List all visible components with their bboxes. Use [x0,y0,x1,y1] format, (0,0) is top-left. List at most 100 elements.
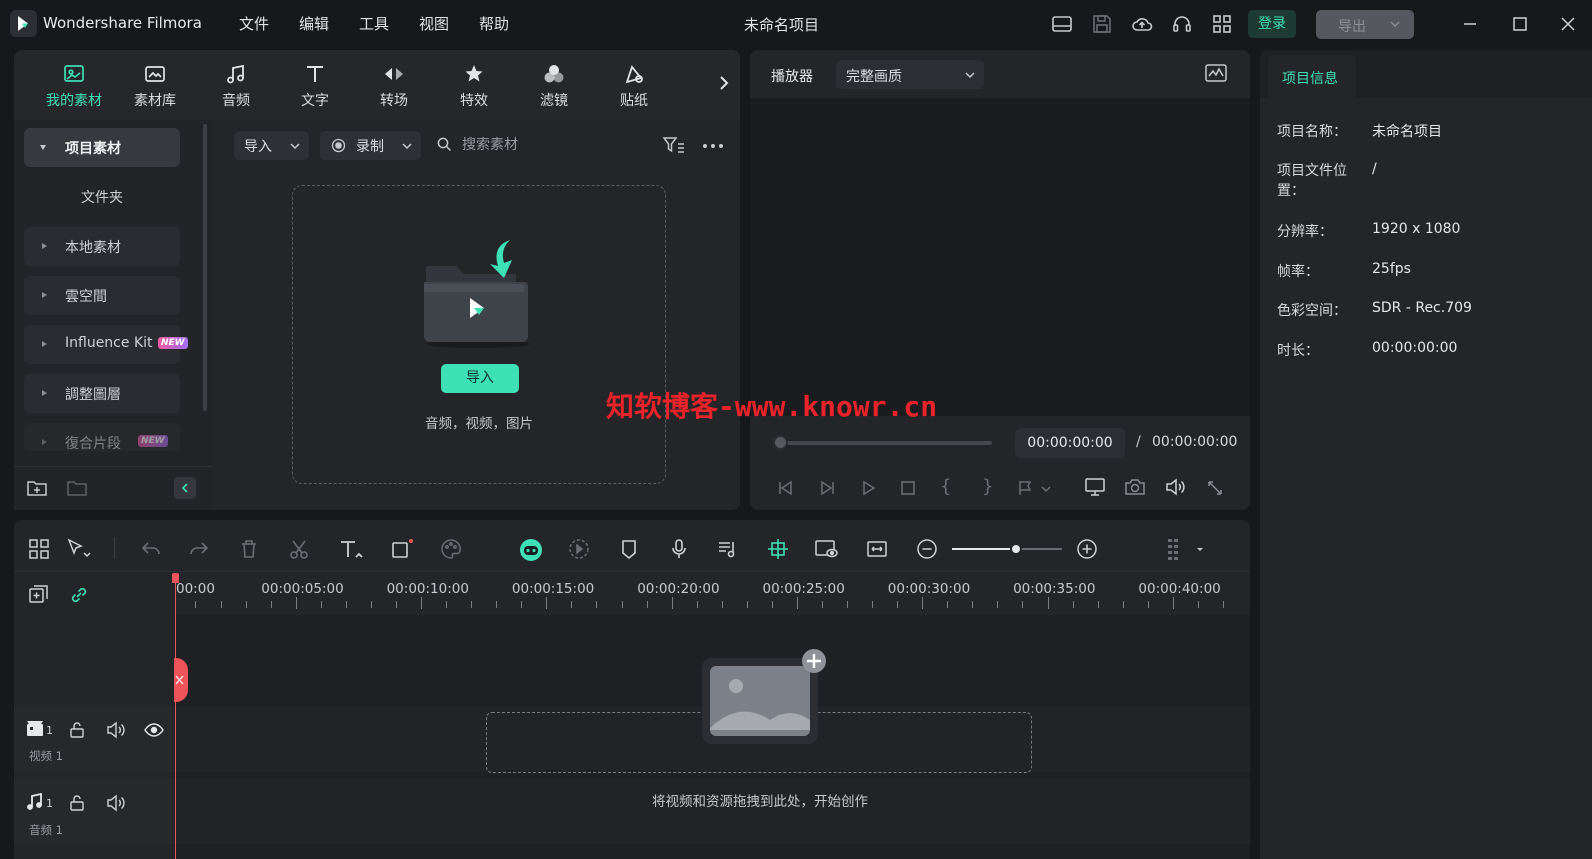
new-folder-icon[interactable] [26,478,48,498]
tab-text[interactable]: 文字 [279,62,351,114]
playhead-handle[interactable] [172,573,179,583]
cloud-upload-icon[interactable] [1130,12,1154,36]
volume-icon[interactable] [1164,477,1186,497]
sidebar-item-adjustment-layer[interactable]: 調整圖層 [24,374,180,413]
waveform-monitor-icon[interactable] [1204,63,1228,83]
prev-frame-icon[interactable] [776,478,796,498]
apps-grid-icon[interactable] [1210,12,1234,36]
sidebar-item-compound-clip[interactable]: 復合片段 NEW [24,423,180,451]
export-button[interactable]: 导出 [1316,10,1414,39]
text-tool-icon[interactable] [338,538,363,560]
ruler-tick [521,601,523,608]
crop-icon[interactable] [390,538,413,560]
tab-project-info[interactable]: 项目信息 [1268,55,1356,98]
tab-stickers[interactable]: 贴纸 [598,62,670,114]
menu-file[interactable]: 文件 [239,13,269,34]
sidebar-item-cloud[interactable]: 雲空間 [24,276,180,315]
menu-view[interactable]: 视图 [419,13,449,34]
video-track-mute-icon[interactable] [106,721,126,739]
quality-label: 完整画质 [846,69,902,85]
close-icon[interactable] [1558,14,1578,34]
maximize-icon[interactable] [1510,14,1530,34]
new-badge: NEW [158,337,188,349]
ruler-tick [821,601,823,608]
collapse-sidebar-button[interactable] [174,477,196,499]
auto-beat-sync-icon[interactable] [766,538,788,560]
playback-progress-slider[interactable] [778,441,992,445]
zoom-in-icon[interactable] [1076,538,1098,560]
quality-dropdown[interactable]: 完整画质 [836,60,984,89]
sidebar-item-folder[interactable]: 文件夹 [24,187,180,211]
display-settings-icon[interactable] [1084,477,1106,497]
next-frame-icon[interactable] [817,478,837,498]
zoom-slider-handle[interactable] [1009,543,1022,555]
split-scissors-icon[interactable] [288,538,310,560]
save-icon[interactable] [1090,12,1114,36]
playhead-scissors-handle[interactable] [174,658,188,702]
undo-icon[interactable] [140,538,162,560]
menu-help[interactable]: 帮助 [479,13,509,34]
login-button[interactable]: 登录 [1248,10,1296,38]
search-input[interactable] [462,132,632,158]
track-settings-icon[interactable] [1166,538,1203,560]
import-dropdown[interactable]: 导入 [234,131,309,160]
marker-flag-icon[interactable] [1016,478,1052,498]
add-track-icon[interactable] [28,584,50,606]
more-options-icon[interactable] [702,143,724,149]
link-icon[interactable] [68,584,90,606]
mark-out-icon[interactable]: } [982,476,993,497]
zoom-out-icon[interactable] [916,538,938,560]
color-palette-icon[interactable] [440,538,462,560]
sidebar-scrollbar[interactable] [203,124,207,411]
tab-label: 贴纸 [620,93,648,109]
progress-handle[interactable] [773,435,788,450]
ruler-label: 00:00:30:00 [887,581,971,597]
delete-icon[interactable] [238,538,260,560]
sidebar-item-label: 项目素材 [65,141,121,157]
audio-music-list-icon[interactable] [716,538,738,560]
ruler-tick [370,601,372,608]
minimize-icon[interactable] [1460,14,1480,34]
tab-filters[interactable]: 滤镜 [518,62,590,114]
tab-audio[interactable]: 音频 [200,62,272,114]
audio-track-mute-icon[interactable] [106,794,126,812]
tab-my-media[interactable]: 我的素材 [38,62,110,114]
tab-effects[interactable]: 特效 [438,62,510,114]
snapshot-camera-icon[interactable] [1124,477,1146,497]
video-track-visibility-icon[interactable] [144,722,164,738]
microphone-icon[interactable] [668,538,690,560]
play-icon[interactable] [858,478,878,498]
tabs-next-icon[interactable] [718,74,730,92]
sidebar-item-influence-kit[interactable]: Influence Kit NEW [24,325,188,364]
mark-in-icon[interactable]: { [940,476,951,497]
menu-edit[interactable]: 编辑 [299,13,329,34]
playhead-line[interactable] [175,578,176,859]
zoom-slider[interactable] [952,543,1062,555]
video-track-lock-icon[interactable] [68,721,86,739]
speed-ramp-icon[interactable] [568,538,590,560]
layout-icon[interactable] [1050,12,1074,36]
tab-transitions[interactable]: 转场 [358,62,430,114]
ruler-label: 00:00:25:00 [762,581,845,597]
audio-track-lock-icon[interactable] [68,794,86,812]
filter-sort-icon[interactable] [662,135,686,155]
ruler-label: 00:00 [176,581,215,597]
drop-zone-import-button[interactable]: 导入 [441,364,519,393]
redo-icon[interactable] [188,538,210,560]
record-dropdown[interactable]: 录制 [320,131,421,160]
fit-timeline-icon[interactable] [866,538,888,560]
select-cursor-icon[interactable] [66,538,91,560]
ai-robot-icon[interactable] [518,538,542,561]
folder-icon[interactable] [66,478,88,498]
menu-tools[interactable]: 工具 [359,13,389,34]
sidebar-item-project-media[interactable]: 项目素材 [24,128,180,167]
sidebar-item-label: 復合片段 [65,436,121,451]
stop-icon[interactable] [898,478,918,498]
tab-stock-media[interactable]: 素材库 [119,62,191,114]
fullscreen-icon[interactable] [1205,478,1225,498]
headset-icon[interactable] [1170,12,1194,36]
preview-render-icon[interactable] [814,538,838,560]
sidebar-item-local-media[interactable]: 本地素材 [24,227,180,266]
grid-layout-icon[interactable] [28,538,50,560]
mask-shield-icon[interactable] [618,538,640,560]
